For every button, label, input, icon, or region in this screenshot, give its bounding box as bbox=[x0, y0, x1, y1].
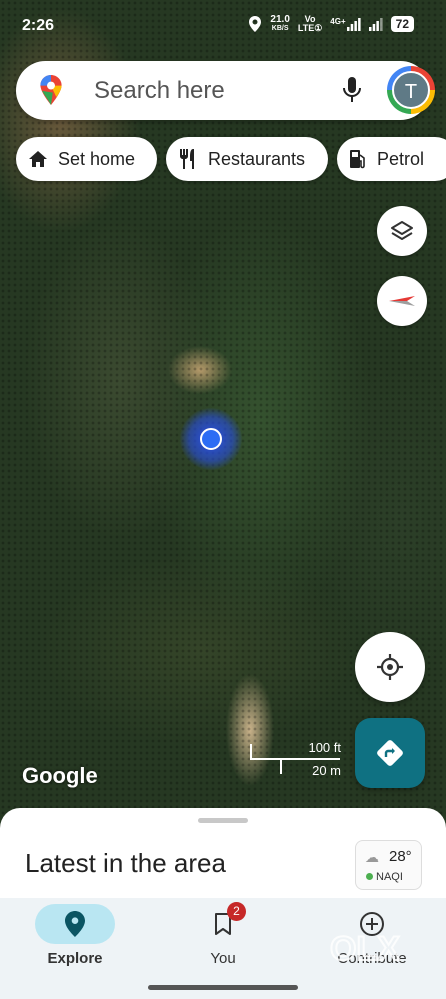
avatar[interactable]: T bbox=[387, 66, 435, 114]
network-type: 4G+ bbox=[330, 17, 346, 26]
chip-label: Restaurants bbox=[208, 148, 306, 169]
sheet-handle[interactable] bbox=[198, 818, 248, 823]
search-bar[interactable]: Search here T bbox=[16, 61, 435, 120]
signal-icon bbox=[346, 18, 361, 31]
chip-label: Set home bbox=[58, 148, 136, 169]
directions-button[interactable] bbox=[355, 718, 425, 788]
map-scale: 100 ft 20 m bbox=[248, 738, 343, 778]
nav-you-label: You bbox=[210, 950, 236, 967]
compass-button[interactable] bbox=[377, 276, 427, 326]
mic-icon[interactable] bbox=[341, 75, 363, 105]
home-icon bbox=[29, 151, 47, 167]
fuel-icon bbox=[350, 150, 365, 169]
google-maps-pin-icon bbox=[40, 75, 62, 105]
layers-icon bbox=[391, 221, 413, 240]
chip-restaurants[interactable]: Restaurants bbox=[166, 137, 328, 181]
weather-widget[interactable]: ☁ 28° NAQI bbox=[355, 840, 422, 890]
volte-indicator: Vo LTE① bbox=[298, 15, 322, 33]
chip-set-home[interactable]: Set home bbox=[16, 137, 157, 181]
nav-explore-label: Explore bbox=[47, 950, 103, 967]
fork-knife-icon bbox=[180, 149, 194, 169]
signal-4g: 4G+ bbox=[330, 17, 361, 31]
explore-pin-icon bbox=[65, 911, 85, 937]
search-input[interactable]: Search here bbox=[94, 77, 225, 105]
home-indicator[interactable] bbox=[148, 985, 298, 990]
google-logo: Google bbox=[22, 763, 98, 788]
avatar-letter: T bbox=[392, 71, 430, 109]
current-location-marker bbox=[180, 408, 242, 470]
signal-icon bbox=[368, 18, 383, 31]
scale-imperial: 100 ft bbox=[308, 740, 341, 755]
air-quality: NAQI bbox=[366, 871, 403, 883]
nav-explore[interactable]: Explore bbox=[15, 904, 135, 974]
sheet-title: Latest in the area bbox=[25, 848, 226, 878]
my-location-button[interactable] bbox=[355, 632, 425, 702]
compass-icon bbox=[389, 296, 415, 306]
my-location-icon bbox=[377, 654, 403, 680]
status-time: 2:26 bbox=[22, 17, 55, 34]
weather-temp: 28° bbox=[389, 848, 412, 865]
battery-icon: 72 bbox=[390, 16, 414, 32]
layers-button[interactable] bbox=[377, 206, 427, 256]
olx-text: OLX bbox=[330, 930, 400, 968]
location-icon bbox=[249, 16, 262, 32]
status-bar: 2:26 21.0 KB/S Vo LTE① 4G+ 72 bbox=[0, 0, 446, 50]
air-quality-label: NAQI bbox=[376, 871, 403, 883]
air-quality-dot-icon bbox=[366, 873, 373, 880]
chip-petrol[interactable]: Petrol bbox=[337, 137, 446, 181]
speed-value: 21.0 bbox=[270, 14, 290, 25]
olx-watermark: OLX bbox=[330, 929, 401, 968]
network-speed: 21.0 KB/S bbox=[270, 15, 289, 33]
scale-metric: 20 m bbox=[312, 763, 341, 778]
nav-you[interactable]: 2 You bbox=[163, 902, 283, 974]
cloud-icon: ☁ bbox=[365, 849, 379, 865]
status-icons: 21.0 KB/S Vo LTE① 4G+ 72 bbox=[248, 15, 414, 33]
notification-badge: 2 bbox=[227, 902, 246, 921]
directions-icon bbox=[377, 740, 403, 766]
volte-bottom: LTE① bbox=[297, 23, 323, 33]
chip-label: Petrol bbox=[377, 148, 425, 169]
speed-unit: KB/S bbox=[271, 25, 289, 32]
